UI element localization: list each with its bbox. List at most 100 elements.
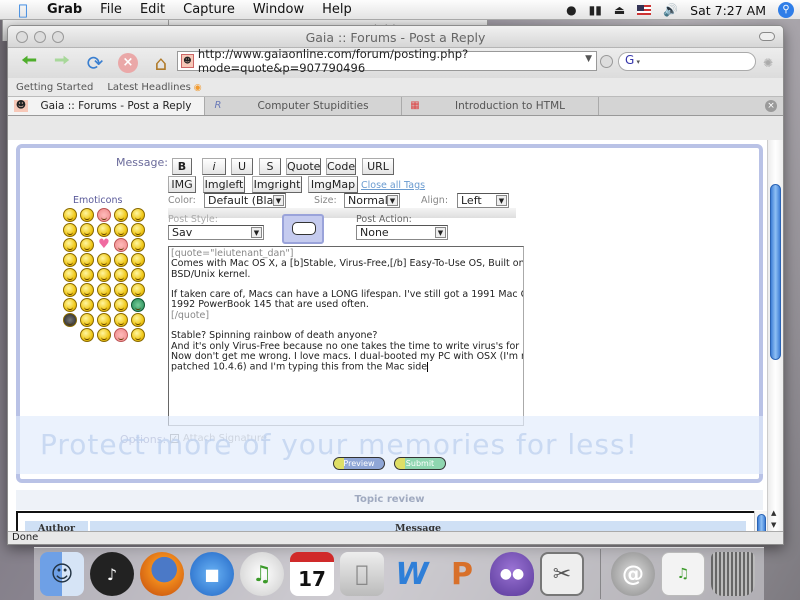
- emoticon-icon[interactable]: [63, 283, 77, 297]
- emoticon-icon[interactable]: [131, 283, 145, 297]
- post-style-select[interactable]: Sav ▼: [168, 225, 264, 240]
- finder-icon[interactable]: ☺: [40, 552, 84, 596]
- emoticon-icon[interactable]: [131, 253, 145, 267]
- emoticon-icon[interactable]: [97, 313, 111, 327]
- imgmap-button[interactable]: ImgMap: [308, 176, 358, 193]
- tab-computer-stupidities[interactable]: R Computer Stupidities: [205, 97, 402, 115]
- submit-button[interactable]: Submit: [394, 457, 446, 470]
- adium-icon[interactable]: ●●: [490, 552, 534, 596]
- emoticon-icon[interactable]: [97, 253, 111, 267]
- flag-icon[interactable]: [637, 5, 652, 15]
- itunes-icon[interactable]: ♫: [240, 552, 284, 596]
- strike-button[interactable]: S: [259, 158, 281, 175]
- preview-button[interactable]: Preview: [333, 457, 385, 470]
- emoticon-icon[interactable]: [80, 238, 94, 252]
- scroll-up-icon[interactable]: ▲: [771, 509, 776, 517]
- url-dropdown-icon[interactable]: ▼: [585, 54, 592, 64]
- code-button[interactable]: Code: [326, 158, 356, 175]
- review-scrollbar[interactable]: [754, 511, 768, 533]
- close-all-tags-link[interactable]: Close all Tags: [361, 180, 425, 191]
- menu-edit[interactable]: Edit: [131, 2, 174, 17]
- emoticon-icon[interactable]: [131, 313, 145, 327]
- emoticon-icon[interactable]: [114, 298, 128, 312]
- emoticon-icon[interactable]: [114, 253, 128, 267]
- title-bar[interactable]: Gaia :: Forums - Post a Reply: [8, 26, 783, 48]
- emoticon-icon[interactable]: [97, 208, 111, 222]
- emoticon-icon[interactable]: [131, 328, 145, 342]
- volume-icon[interactable]: 🔊: [663, 3, 678, 17]
- emoticon-icon[interactable]: [63, 298, 77, 312]
- menu-window[interactable]: Window: [244, 2, 313, 17]
- spotlight-icon[interactable]: ⚲: [778, 2, 794, 18]
- bold-button[interactable]: B: [172, 158, 192, 175]
- emoticon-icon[interactable]: [114, 268, 128, 282]
- tab-introduction-html[interactable]: ▦ Introduction to HTML: [402, 97, 599, 115]
- size-select[interactable]: Normal ▼: [344, 193, 400, 208]
- grab-icon[interactable]: ✂: [540, 552, 584, 596]
- emoticon-icon[interactable]: [97, 298, 111, 312]
- search-input[interactable]: G ▾: [618, 52, 756, 71]
- emoticon-icon[interactable]: [131, 298, 145, 312]
- menu-app[interactable]: Grab: [38, 2, 91, 17]
- emoticon-icon[interactable]: [97, 328, 111, 342]
- emoticon-icon[interactable]: [131, 223, 145, 237]
- reload-button[interactable]: ⟳: [80, 51, 110, 75]
- url-bar[interactable]: ☻ http://www.gaiaonline.com/forum/postin…: [177, 47, 597, 75]
- forward-button[interactable]: 🠪: [47, 48, 77, 75]
- dashboard-icon[interactable]: ♪: [90, 552, 134, 596]
- align-select[interactable]: Left ▼: [457, 193, 509, 208]
- emoticon-icon[interactable]: [80, 298, 94, 312]
- search-engine-icon[interactable]: G: [625, 53, 634, 67]
- powerpoint-icon[interactable]: P: [440, 552, 484, 596]
- apple-menu-icon[interactable]: : [8, 1, 38, 19]
- firefox-icon[interactable]: [140, 552, 184, 596]
- bookmark-latest-headlines[interactable]: Latest Headlines ◉: [107, 82, 201, 93]
- url-text[interactable]: http://www.gaiaonline.com/forum/posting.…: [198, 47, 596, 75]
- emoticon-icon[interactable]: [114, 223, 128, 237]
- emoticon-icon[interactable]: [80, 328, 94, 342]
- emoticon-icon[interactable]: [80, 313, 94, 327]
- eject-icon[interactable]: ⏏: [614, 3, 625, 17]
- emoticon-icon[interactable]: [131, 268, 145, 282]
- go-button[interactable]: [600, 55, 613, 68]
- emoticon-icon[interactable]: [63, 208, 77, 222]
- emoticon-icon[interactable]: [63, 313, 77, 327]
- imgleft-button[interactable]: Imgleft: [203, 176, 245, 193]
- ichat-icon[interactable]: ■: [190, 552, 234, 596]
- emoticon-icon[interactable]: [80, 208, 94, 222]
- underline-button[interactable]: U: [231, 158, 253, 175]
- emoticon-icon[interactable]: [97, 223, 111, 237]
- emoticon-icon[interactable]: [131, 238, 145, 252]
- emoticon-icon[interactable]: [63, 253, 77, 267]
- quote-button[interactable]: Quote: [286, 158, 321, 175]
- trash-icon[interactable]: [711, 552, 755, 596]
- emoticon-icon[interactable]: [114, 238, 128, 252]
- img-button[interactable]: IMG: [168, 176, 196, 193]
- close-tab-icon[interactable]: ×: [765, 100, 777, 112]
- emoticon-icon[interactable]: [97, 283, 111, 297]
- emoticon-icon[interactable]: [63, 268, 77, 282]
- emoticon-icon[interactable]: [80, 283, 94, 297]
- speech-bubble-button[interactable]: [282, 214, 324, 244]
- battery-icon[interactable]: ▮▮: [589, 3, 602, 17]
- stop-button[interactable]: ×: [113, 51, 143, 75]
- emoticon-icon[interactable]: [80, 223, 94, 237]
- emoticon-icon[interactable]: [63, 223, 77, 237]
- url-button[interactable]: URL: [362, 158, 394, 175]
- scroll-down-icon[interactable]: ▼: [771, 521, 776, 529]
- itunes-widget-icon[interactable]: ♫: [661, 552, 705, 596]
- emoticon-icon[interactable]: [114, 313, 128, 327]
- emoticon-icon[interactable]: [63, 238, 77, 252]
- clock[interactable]: Sat 7:27 AM: [690, 3, 766, 18]
- color-select[interactable]: Default (Black) ▼: [204, 193, 286, 208]
- emoticon-icon[interactable]: [114, 208, 128, 222]
- message-textarea[interactable]: [quote="leiutenant_dan"] Comes with Mac O…: [168, 246, 524, 426]
- mail-stack-icon[interactable]: @: [611, 552, 655, 596]
- bookmark-getting-started[interactable]: Getting Started: [16, 82, 93, 93]
- tab-gaia[interactable]: ☻ Gaia :: Forums - Post a Reply: [8, 97, 205, 115]
- system-preferences-icon[interactable]: : [340, 552, 384, 596]
- page-scrollbar[interactable]: ▲ ▼: [767, 140, 783, 533]
- menu-file[interactable]: File: [91, 2, 131, 17]
- ical-icon[interactable]: 17: [290, 552, 334, 596]
- toolbar-toggle-icon[interactable]: [759, 32, 775, 41]
